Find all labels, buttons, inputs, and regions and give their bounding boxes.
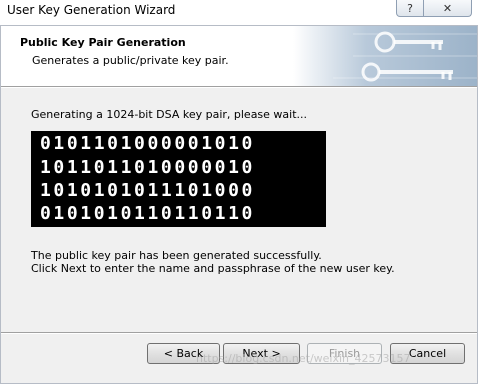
completion-message: The public key pair has been generated s… — [31, 249, 395, 275]
header-divider-highlight — [1, 87, 477, 88]
title-bar: User Key Generation Wizard ? ✕ — [0, 0, 494, 25]
close-icon: ✕ — [442, 1, 453, 15]
completion-line-2: Click Next to enter the name and passphr… — [31, 262, 395, 275]
help-icon: ? — [407, 1, 413, 15]
random-bits-display: 0101101000001010 1011011010000010 101010… — [31, 131, 326, 227]
help-button[interactable]: ? — [396, 0, 424, 17]
page-subtitle: Generates a public/private key pair. — [32, 54, 229, 67]
keys-banner-image — [293, 26, 477, 86]
watermark: https://blog.csdn.net/weixin_42573157 — [196, 352, 411, 365]
window-title: User Key Generation Wizard — [7, 3, 176, 17]
footer-divider-highlight — [1, 333, 477, 334]
close-button[interactable]: ✕ — [424, 0, 472, 17]
bits-row: 0101101000001010 — [40, 133, 255, 154]
window-edge — [478, 0, 494, 384]
bits-row: 1011011010000010 — [40, 157, 255, 178]
header-banner: Public Key Pair Generation Generates a p… — [1, 26, 477, 86]
generating-status: Generating a 1024-bit DSA key pair, plea… — [31, 108, 308, 121]
keys-icon — [333, 31, 477, 82]
bits-row: 0101010110110110 — [40, 203, 255, 224]
bits-row: 1010101011101000 — [40, 180, 255, 201]
page-title: Public Key Pair Generation — [20, 36, 186, 49]
completion-line-1: The public key pair has been generated s… — [31, 249, 322, 262]
